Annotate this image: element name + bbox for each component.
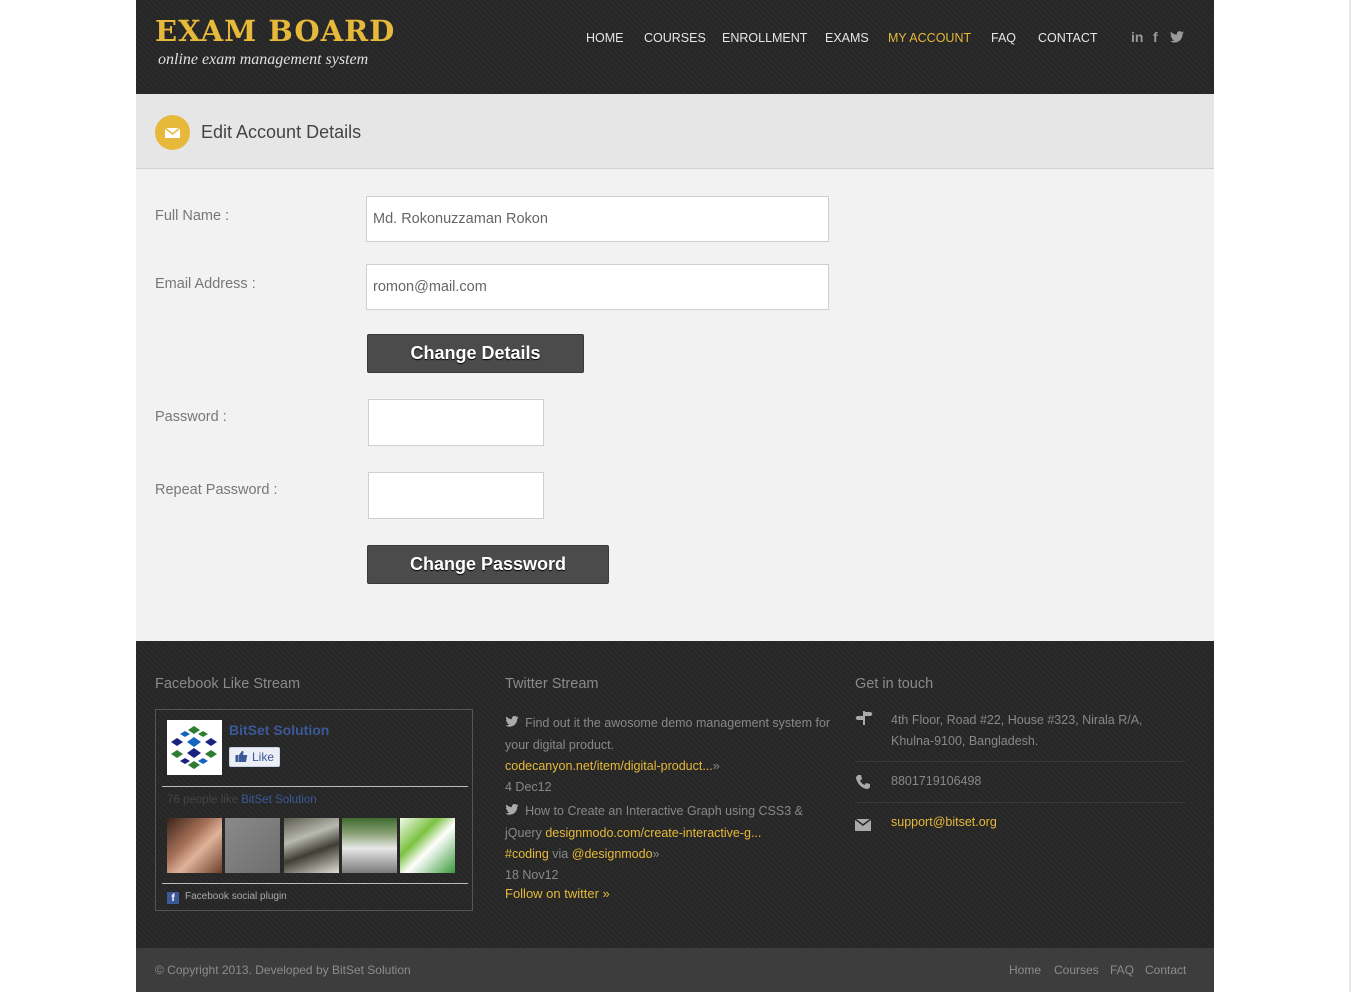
like-count-text: 76 people like bbox=[167, 794, 238, 806]
like-count-page-link[interactable]: BitSet Solution bbox=[241, 794, 316, 806]
contact-email: support@bitset.org bbox=[854, 812, 1185, 837]
signpost-icon bbox=[855, 710, 875, 732]
change-password-button[interactable]: Change Password bbox=[367, 545, 609, 584]
full-name-label: Full Name : bbox=[155, 208, 230, 224]
fan-avatar[interactable] bbox=[342, 818, 397, 873]
logo-title[interactable]: EXAM BOARD bbox=[155, 14, 395, 48]
contact-title: Get in touch bbox=[855, 676, 934, 692]
contact-phone: 8801719106498 bbox=[855, 771, 1185, 793]
site-footer: Facebook Like Stream BitSet Solution Lik… bbox=[136, 641, 1214, 948]
nav-faq[interactable]: FAQ bbox=[991, 31, 1016, 45]
site-header: EXAM BOARD online exam management system… bbox=[136, 0, 1214, 94]
support-email-link[interactable]: support@bitset.org bbox=[891, 812, 997, 833]
twitter-icon bbox=[505, 803, 522, 818]
facebook-icon: f bbox=[167, 892, 179, 904]
linkedin-icon[interactable]: in bbox=[1131, 29, 1143, 45]
divider bbox=[855, 802, 1185, 803]
phone-icon bbox=[855, 774, 875, 796]
edit-account-form: Full Name : Email Address : Change Detai… bbox=[136, 169, 1214, 641]
copyright-text: © Copyright 2013. Developed by BitSet So… bbox=[155, 963, 411, 977]
password-input[interactable] bbox=[368, 399, 544, 446]
nav-exams[interactable]: EXAMS bbox=[825, 31, 869, 45]
nav-courses[interactable]: COURSES bbox=[644, 31, 706, 45]
address-text: 4th Floor, Road #22, House #323, Nirala … bbox=[891, 713, 1143, 748]
tweet-hashtag[interactable]: #coding bbox=[505, 847, 549, 861]
divider bbox=[855, 761, 1185, 762]
facebook-like-box: BitSet Solution Like 76 people like BitS… bbox=[155, 709, 473, 911]
fan-avatar[interactable] bbox=[400, 818, 455, 873]
divider bbox=[162, 883, 468, 884]
page-title: Edit Account Details bbox=[201, 122, 362, 142]
facebook-page-name[interactable]: BitSet Solution bbox=[229, 722, 329, 738]
tweet-text: Find out it the awosome demo management … bbox=[505, 716, 831, 752]
change-details-button[interactable]: Change Details bbox=[367, 334, 584, 373]
full-name-input[interactable] bbox=[366, 196, 829, 242]
footer-link-contact[interactable]: Contact bbox=[1145, 963, 1186, 977]
contact-address: 4th Floor, Road #22, House #323, Nirala … bbox=[855, 710, 1185, 754]
tweet-date: 18 Nov12 bbox=[505, 868, 559, 882]
fan-avatar[interactable] bbox=[225, 818, 280, 873]
plugin-label: Facebook social plugin bbox=[185, 891, 287, 902]
twitter-icon[interactable] bbox=[1170, 30, 1184, 48]
envelope-icon bbox=[854, 816, 875, 837]
page-title-bar: Edit Account Details bbox=[136, 94, 1214, 169]
tweet-link[interactable]: designmodo.com/create-interactive-g... bbox=[545, 826, 761, 840]
envelope-icon bbox=[155, 115, 190, 150]
bitset-logo[interactable] bbox=[167, 720, 222, 775]
fan-avatar[interactable] bbox=[167, 818, 222, 873]
fan-avatar[interactable] bbox=[284, 818, 339, 873]
nav-enrollment[interactable]: ENROLLMENT bbox=[722, 31, 807, 45]
tweet-via: via bbox=[552, 847, 569, 861]
like-label: Like bbox=[252, 750, 275, 764]
nav-home[interactable]: HOME bbox=[586, 31, 624, 45]
repeat-password-label: Repeat Password : bbox=[155, 482, 278, 498]
twitter-stream-title: Twitter Stream bbox=[505, 676, 599, 692]
facebook-icon[interactable]: f bbox=[1153, 29, 1158, 45]
page-container: EXAM BOARD online exam management system… bbox=[136, 0, 1214, 992]
bottom-bar: © Copyright 2013. Developed by BitSet So… bbox=[136, 948, 1214, 992]
footer-link-home[interactable]: Home bbox=[1009, 963, 1041, 977]
follow-on-twitter-link[interactable]: Follow on twitter » bbox=[505, 886, 610, 901]
page-scrollbar-edge bbox=[1349, 0, 1351, 992]
divider bbox=[162, 786, 468, 787]
facebook-social-plugin[interactable]: f Facebook social plugin bbox=[167, 891, 287, 904]
password-label: Password : bbox=[155, 409, 227, 425]
thumbs-up-icon bbox=[235, 750, 248, 766]
tweet-mention[interactable]: @designmodo bbox=[572, 847, 653, 861]
facebook-like-count: 76 people like BitSet Solution bbox=[167, 794, 317, 806]
repeat-password-input[interactable] bbox=[368, 472, 544, 519]
phone-text: 8801719106498 bbox=[891, 774, 982, 788]
email-address-label: Email Address : bbox=[155, 276, 256, 292]
email-address-input[interactable] bbox=[366, 264, 829, 310]
tweet: Find out it the awosome demo management … bbox=[505, 715, 831, 794]
tweet-link[interactable]: codecanyon.net/item/digital-product... bbox=[505, 759, 713, 773]
nav-contact[interactable]: CONTACT bbox=[1038, 31, 1098, 45]
logo-subtitle: online exam management system bbox=[158, 51, 369, 68]
tweet: How to Create an Interactive Graph using… bbox=[505, 803, 803, 882]
footer-link-faq[interactable]: FAQ bbox=[1110, 963, 1134, 977]
twitter-icon bbox=[505, 715, 522, 730]
nav-my-account[interactable]: MY ACCOUNT bbox=[888, 31, 971, 45]
tweet-date: 4 Dec12 bbox=[505, 780, 552, 794]
facebook-stream-title: Facebook Like Stream bbox=[155, 676, 301, 692]
footer-link-courses[interactable]: Courses bbox=[1054, 963, 1099, 977]
facebook-like-button[interactable]: Like bbox=[229, 747, 280, 767]
